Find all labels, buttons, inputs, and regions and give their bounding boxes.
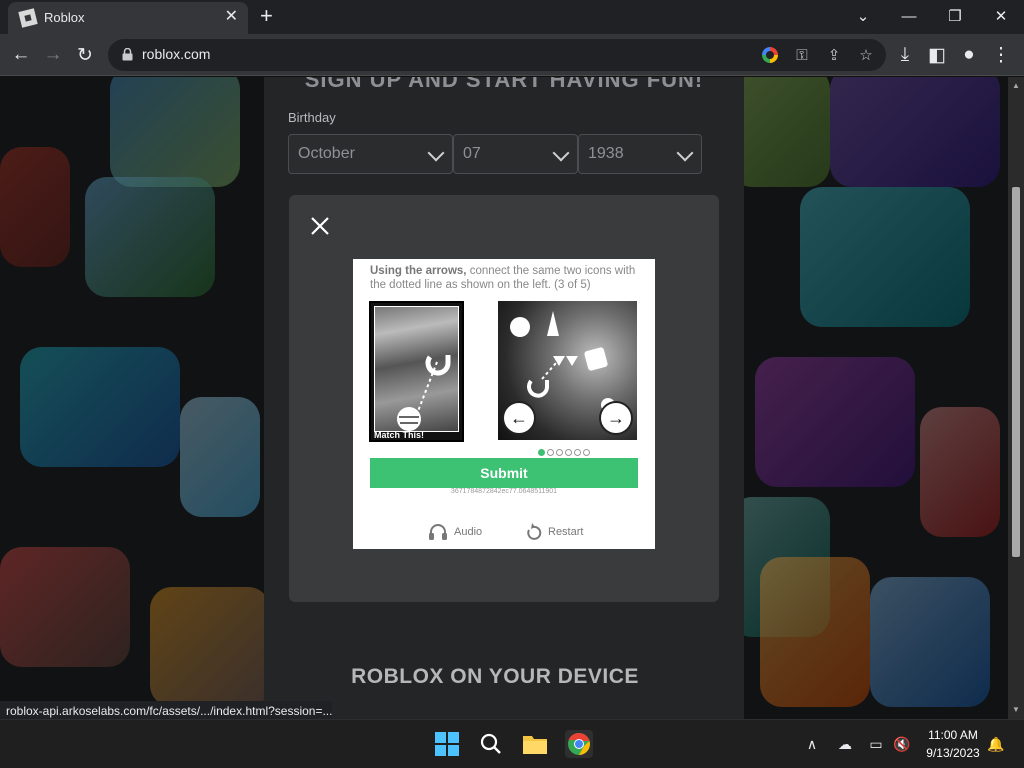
clock-time[interactable]: 11:00 AM (923, 728, 983, 742)
progress-dot (538, 449, 545, 456)
instruction-bold: Using the arrows, (370, 265, 467, 277)
scroll-up-icon[interactable]: ▲ (1012, 81, 1020, 90)
restart-icon (527, 523, 542, 540)
birthday-month-select[interactable]: October (288, 134, 453, 174)
browser-tab[interactable]: Roblox ✕ (8, 2, 248, 34)
menu-dots-icon[interactable]: ⋮ (988, 42, 1014, 68)
lock-icon (122, 48, 133, 61)
scroll-down-icon[interactable]: ▼ (1012, 705, 1020, 714)
reference-image: Match This! (369, 301, 464, 442)
birthday-label: Birthday (288, 110, 336, 125)
chevron-down-icon (552, 144, 570, 162)
reload-icon[interactable]: ↻ (72, 42, 98, 68)
chevron-down-icon (676, 144, 694, 162)
progress-dot (556, 449, 563, 456)
birthday-year-select[interactable]: 1938 (578, 134, 702, 174)
submit-button[interactable]: Submit (370, 458, 638, 488)
audio-label: Audio (454, 526, 483, 538)
download-icon[interactable]: ⤓ (892, 42, 918, 68)
restart-button[interactable]: Restart (526, 523, 583, 541)
magnet-yarn-icon (397, 355, 451, 431)
profile-icon[interactable]: ● (956, 42, 982, 68)
device-heading: ROBLOX ON YOUR DEVICE (351, 665, 639, 688)
url-text: roblox.com (142, 46, 211, 62)
tab-close-icon[interactable]: ✕ (225, 7, 238, 27)
side-panel-icon[interactable]: ◧ (924, 42, 950, 68)
notification-bell-icon[interactable]: 🔔 (986, 734, 1006, 754)
restore-button[interactable]: ❐ (932, 0, 978, 32)
browser-tab-strip: Roblox ✕ + ⌄ — ❐ ✕ (0, 0, 1024, 34)
puzzle-image: ← → (498, 301, 637, 440)
match-this-label: Match This! (374, 430, 425, 440)
minimize-button[interactable]: — (886, 0, 932, 32)
windows-start-icon[interactable] (433, 730, 461, 758)
chevron-up-icon[interactable]: ∧ (802, 734, 822, 754)
tab-search-button[interactable]: ⌄ (840, 0, 886, 32)
left-arrow-button[interactable]: ← (502, 401, 536, 435)
audio-button[interactable]: Audio (428, 523, 482, 541)
birthday-year-value: 1938 (588, 145, 624, 162)
tab-title: Roblox (44, 10, 85, 25)
google-icon[interactable] (759, 44, 781, 66)
forward-arrow-icon[interactable]: → (40, 42, 66, 68)
captcha-frame: Using the arrows, connect the same two i… (353, 259, 655, 549)
share-icon[interactable]: ⇪ (823, 44, 845, 66)
windows-taskbar: ∧ ☁ ▭ 🔇 11:00 AM 9/13/2023 🔔 (0, 719, 1024, 768)
restart-label: Restart (548, 526, 584, 538)
reference-picture (374, 306, 459, 432)
chrome-icon[interactable] (565, 730, 593, 758)
browser-toolbar: ← → ↻ roblox.com ⚿ ⇪ ☆ ⤓ ◧ ● ⋮ (0, 34, 1024, 76)
key-icon[interactable]: ⚿ (791, 44, 813, 66)
search-icon[interactable] (477, 730, 505, 758)
close-icon[interactable] (309, 215, 331, 237)
file-explorer-icon[interactable] (521, 730, 549, 758)
progress-dots (538, 443, 592, 456)
volume-muted-icon[interactable]: 🔇 (892, 734, 912, 754)
window-close-button[interactable]: ✕ (978, 0, 1024, 32)
progress-dot (574, 449, 581, 456)
birthday-day-value: 07 (463, 145, 481, 162)
onedrive-icon[interactable]: ☁ (835, 734, 855, 754)
progress-dot (565, 449, 572, 456)
captcha-instruction: Using the arrows, connect the same two i… (370, 264, 640, 292)
network-icon[interactable]: ▭ (866, 734, 886, 754)
roblox-favicon-icon (18, 8, 38, 28)
signup-heading: SIGN UP AND START HAVING FUN! (304, 77, 704, 92)
captcha-modal: Using the arrows, connect the same two i… (289, 195, 719, 602)
session-id: 3671784872842ec77.0648511901 (450, 488, 558, 495)
address-bar[interactable]: roblox.com ⚿ ⇪ ☆ (108, 39, 886, 71)
progress-dot (583, 449, 590, 456)
right-arrow-button[interactable]: → (599, 401, 633, 435)
back-arrow-icon[interactable]: ← (8, 42, 34, 68)
headphones-icon (429, 524, 447, 540)
birthday-month-value: October (298, 145, 355, 162)
chevron-down-icon (427, 144, 445, 162)
bookmark-star-icon[interactable]: ☆ (855, 44, 877, 66)
progress-dot (547, 449, 554, 456)
page-scrollbar[interactable]: ▲ ▼ (1008, 77, 1024, 719)
scrollbar-thumb[interactable] (1012, 187, 1020, 557)
birthday-day-select[interactable]: 07 (453, 134, 578, 174)
clock-date[interactable]: 9/13/2023 (918, 746, 988, 760)
new-tab-button[interactable]: + (260, 5, 273, 27)
link-status-bar: roblox-api.arkoselabs.com/fc/assets/.../… (0, 701, 332, 721)
